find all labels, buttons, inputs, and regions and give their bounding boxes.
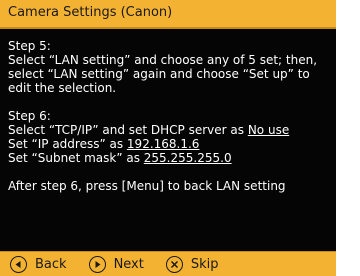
ip-address-line: Set “IP address” as 192.168.1.6	[8, 137, 328, 151]
back-label: Back	[35, 256, 67, 272]
window-title: Camera Settings (Canon)	[8, 5, 173, 20]
step-5-line-2: select “LAN setting” again and choose “S…	[8, 67, 310, 81]
footer-nav: Back Next Skip	[0, 251, 336, 276]
subnet-mask-line: Set “Subnet mask” as 255.255.255.0	[8, 151, 328, 165]
back-icon	[10, 255, 27, 273]
dhcp-value: No use	[247, 123, 290, 137]
tcp-ip-line: Select “TCP/IP” and set DHCP server as N…	[8, 123, 328, 137]
subnet-mask-value: 255.255.255.0	[143, 151, 232, 165]
ip-address-value: 192.168.1.6	[126, 137, 200, 151]
step-6-heading: Step 6:	[8, 109, 51, 123]
next-button[interactable]: Next	[88, 255, 144, 273]
step-6-block: Step 6: Select “TCP/IP” and set DHCP ser…	[8, 109, 328, 165]
note-text: After step 6, press [Menu] to back LAN s…	[8, 179, 286, 193]
tcp-ip-text: Select “TCP/IP” and set DHCP server as	[8, 123, 248, 137]
instructions-panel: Step 5: Select “LAN setting” and choose …	[0, 29, 336, 251]
title-bar: Camera Settings (Canon)	[0, 0, 336, 29]
ip-address-text: Set “IP address” as	[8, 137, 127, 151]
step-5-block: Step 5: Select “LAN setting” and choose …	[8, 39, 328, 95]
back-button[interactable]: Back	[10, 255, 67, 273]
camera-settings-dialog: Camera Settings (Canon) Step 5: Select “…	[0, 0, 360, 276]
next-icon	[88, 255, 106, 273]
subnet-mask-text: Set “Subnet mask” as	[8, 151, 144, 165]
step-5-heading: Step 5:	[8, 39, 51, 53]
next-label: Next	[113, 256, 144, 272]
note-block: After step 6, press [Menu] to back LAN s…	[8, 179, 328, 193]
skip-button[interactable]: Skip	[165, 255, 219, 273]
step-5-line-3: edit the selection.	[8, 81, 117, 95]
step-5-line-1: Select “LAN setting” and choose any of 5…	[8, 53, 318, 67]
skip-icon	[165, 255, 183, 273]
skip-label: Skip	[190, 256, 219, 272]
